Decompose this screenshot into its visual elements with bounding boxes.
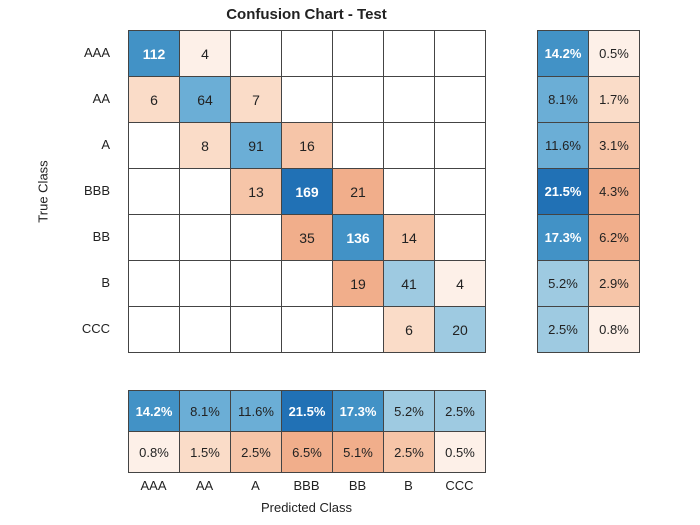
matrix-cell: 35 — [282, 215, 333, 261]
col-summary-error: 5.1% — [333, 432, 384, 473]
row-summary-correct: 2.5% — [538, 307, 589, 353]
col-summary-correct: 14.2% — [129, 391, 180, 432]
col-summary-error: 0.8% — [129, 432, 180, 473]
col-summary-error: 2.5% — [231, 432, 282, 473]
col-summary-correct: 17.3% — [333, 391, 384, 432]
col-summary-correct: 21.5% — [282, 391, 333, 432]
col-summary-error: 1.5% — [180, 432, 231, 473]
matrix-cell — [384, 77, 435, 123]
matrix-cell: 8 — [180, 123, 231, 169]
matrix-cell — [282, 261, 333, 307]
matrix-cell: 7 — [231, 77, 282, 123]
matrix-cell: 6 — [129, 77, 180, 123]
matrix-cell — [282, 31, 333, 77]
matrix-cell — [384, 123, 435, 169]
row-label: B — [35, 260, 120, 306]
matrix-cell — [435, 77, 486, 123]
row-summary-error: 4.3% — [589, 169, 640, 215]
x-tick-label: B — [383, 478, 434, 493]
matrix-cell: 4 — [180, 31, 231, 77]
matrix-cell — [435, 169, 486, 215]
row-summary-error: 0.5% — [589, 31, 640, 77]
matrix-cell: 21 — [333, 169, 384, 215]
row-summary-correct: 11.6% — [538, 123, 589, 169]
col-summary-error: 6.5% — [282, 432, 333, 473]
matrix-cell — [384, 31, 435, 77]
column-summary-grid: 14.2%8.1%11.6%21.5%17.3%5.2%2.5%0.8%1.5%… — [128, 390, 486, 473]
confusion-matrix-grid: 11246647891161316921351361419414620 — [128, 30, 486, 353]
matrix-cell: 16 — [282, 123, 333, 169]
matrix-cell — [435, 123, 486, 169]
matrix-cell — [282, 307, 333, 353]
row-summary-correct: 21.5% — [538, 169, 589, 215]
x-tick-label: BB — [332, 478, 383, 493]
matrix-cell: 14 — [384, 215, 435, 261]
row-summary-correct: 17.3% — [538, 215, 589, 261]
row-summary-correct: 14.2% — [538, 31, 589, 77]
matrix-cell — [231, 261, 282, 307]
matrix-cell: 13 — [231, 169, 282, 215]
row-category-labels: AAAAAABBBBBBCCC — [35, 30, 120, 352]
x-tick-label: BBB — [281, 478, 332, 493]
matrix-cell: 112 — [129, 31, 180, 77]
matrix-cell: 19 — [333, 261, 384, 307]
chart-title: Confusion Chart - Test — [128, 6, 485, 23]
col-summary-correct: 5.2% — [384, 391, 435, 432]
matrix-cell — [180, 261, 231, 307]
row-summary-error: 1.7% — [589, 77, 640, 123]
matrix-cell: 4 — [435, 261, 486, 307]
matrix-cell: 6 — [384, 307, 435, 353]
row-summary-error: 3.1% — [589, 123, 640, 169]
x-tick-labels: AAAAAABBBBBBCCC — [128, 478, 485, 493]
row-summary-error: 2.9% — [589, 261, 640, 307]
matrix-cell — [180, 307, 231, 353]
col-summary-correct: 2.5% — [435, 391, 486, 432]
matrix-cell: 169 — [282, 169, 333, 215]
row-label: A — [35, 122, 120, 168]
matrix-cell: 20 — [435, 307, 486, 353]
matrix-cell — [231, 307, 282, 353]
matrix-cell — [333, 31, 384, 77]
matrix-cell — [333, 123, 384, 169]
matrix-cell: 41 — [384, 261, 435, 307]
matrix-cell — [231, 31, 282, 77]
matrix-cell — [129, 307, 180, 353]
matrix-cell — [180, 215, 231, 261]
matrix-cell — [333, 77, 384, 123]
x-axis-label: Predicted Class — [128, 500, 485, 515]
matrix-cell — [282, 77, 333, 123]
row-summary-grid: 14.2%0.5%8.1%1.7%11.6%3.1%21.5%4.3%17.3%… — [537, 30, 640, 353]
row-label: AA — [35, 76, 120, 122]
row-label: BB — [35, 214, 120, 260]
matrix-cell: 91 — [231, 123, 282, 169]
x-tick-label: AAA — [128, 478, 179, 493]
matrix-cell — [180, 169, 231, 215]
matrix-cell — [129, 169, 180, 215]
matrix-cell — [129, 261, 180, 307]
x-tick-label: AA — [179, 478, 230, 493]
x-tick-label: A — [230, 478, 281, 493]
matrix-cell — [129, 123, 180, 169]
col-summary-error: 2.5% — [384, 432, 435, 473]
row-summary-error: 6.2% — [589, 215, 640, 261]
row-summary-correct: 5.2% — [538, 261, 589, 307]
confusion-chart: Confusion Chart - Test True Class AAAAAA… — [0, 0, 700, 525]
matrix-cell — [435, 31, 486, 77]
matrix-cell: 136 — [333, 215, 384, 261]
x-tick-label: CCC — [434, 478, 485, 493]
row-label: AAA — [35, 30, 120, 76]
matrix-cell — [435, 215, 486, 261]
col-summary-correct: 11.6% — [231, 391, 282, 432]
row-summary-correct: 8.1% — [538, 77, 589, 123]
matrix-cell — [231, 215, 282, 261]
col-summary-correct: 8.1% — [180, 391, 231, 432]
matrix-cell — [129, 215, 180, 261]
matrix-cell: 64 — [180, 77, 231, 123]
matrix-cell — [333, 307, 384, 353]
row-label: BBB — [35, 168, 120, 214]
row-summary-error: 0.8% — [589, 307, 640, 353]
row-label: CCC — [35, 306, 120, 352]
matrix-cell — [384, 169, 435, 215]
col-summary-error: 0.5% — [435, 432, 486, 473]
